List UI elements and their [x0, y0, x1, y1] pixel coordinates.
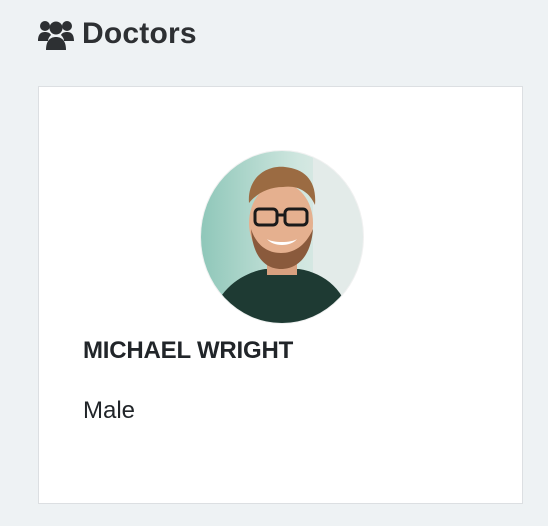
users-icon [38, 17, 74, 51]
doctor-gender: Male [83, 397, 136, 424]
doctor-card[interactable]: MICHAEL WRIGHT Male [38, 86, 523, 504]
doctor-avatar [201, 151, 363, 323]
page-title: Doctors [82, 17, 197, 50]
doctor-name: MICHAEL WRIGHT [83, 337, 294, 364]
page-header: Doctors [38, 14, 197, 54]
